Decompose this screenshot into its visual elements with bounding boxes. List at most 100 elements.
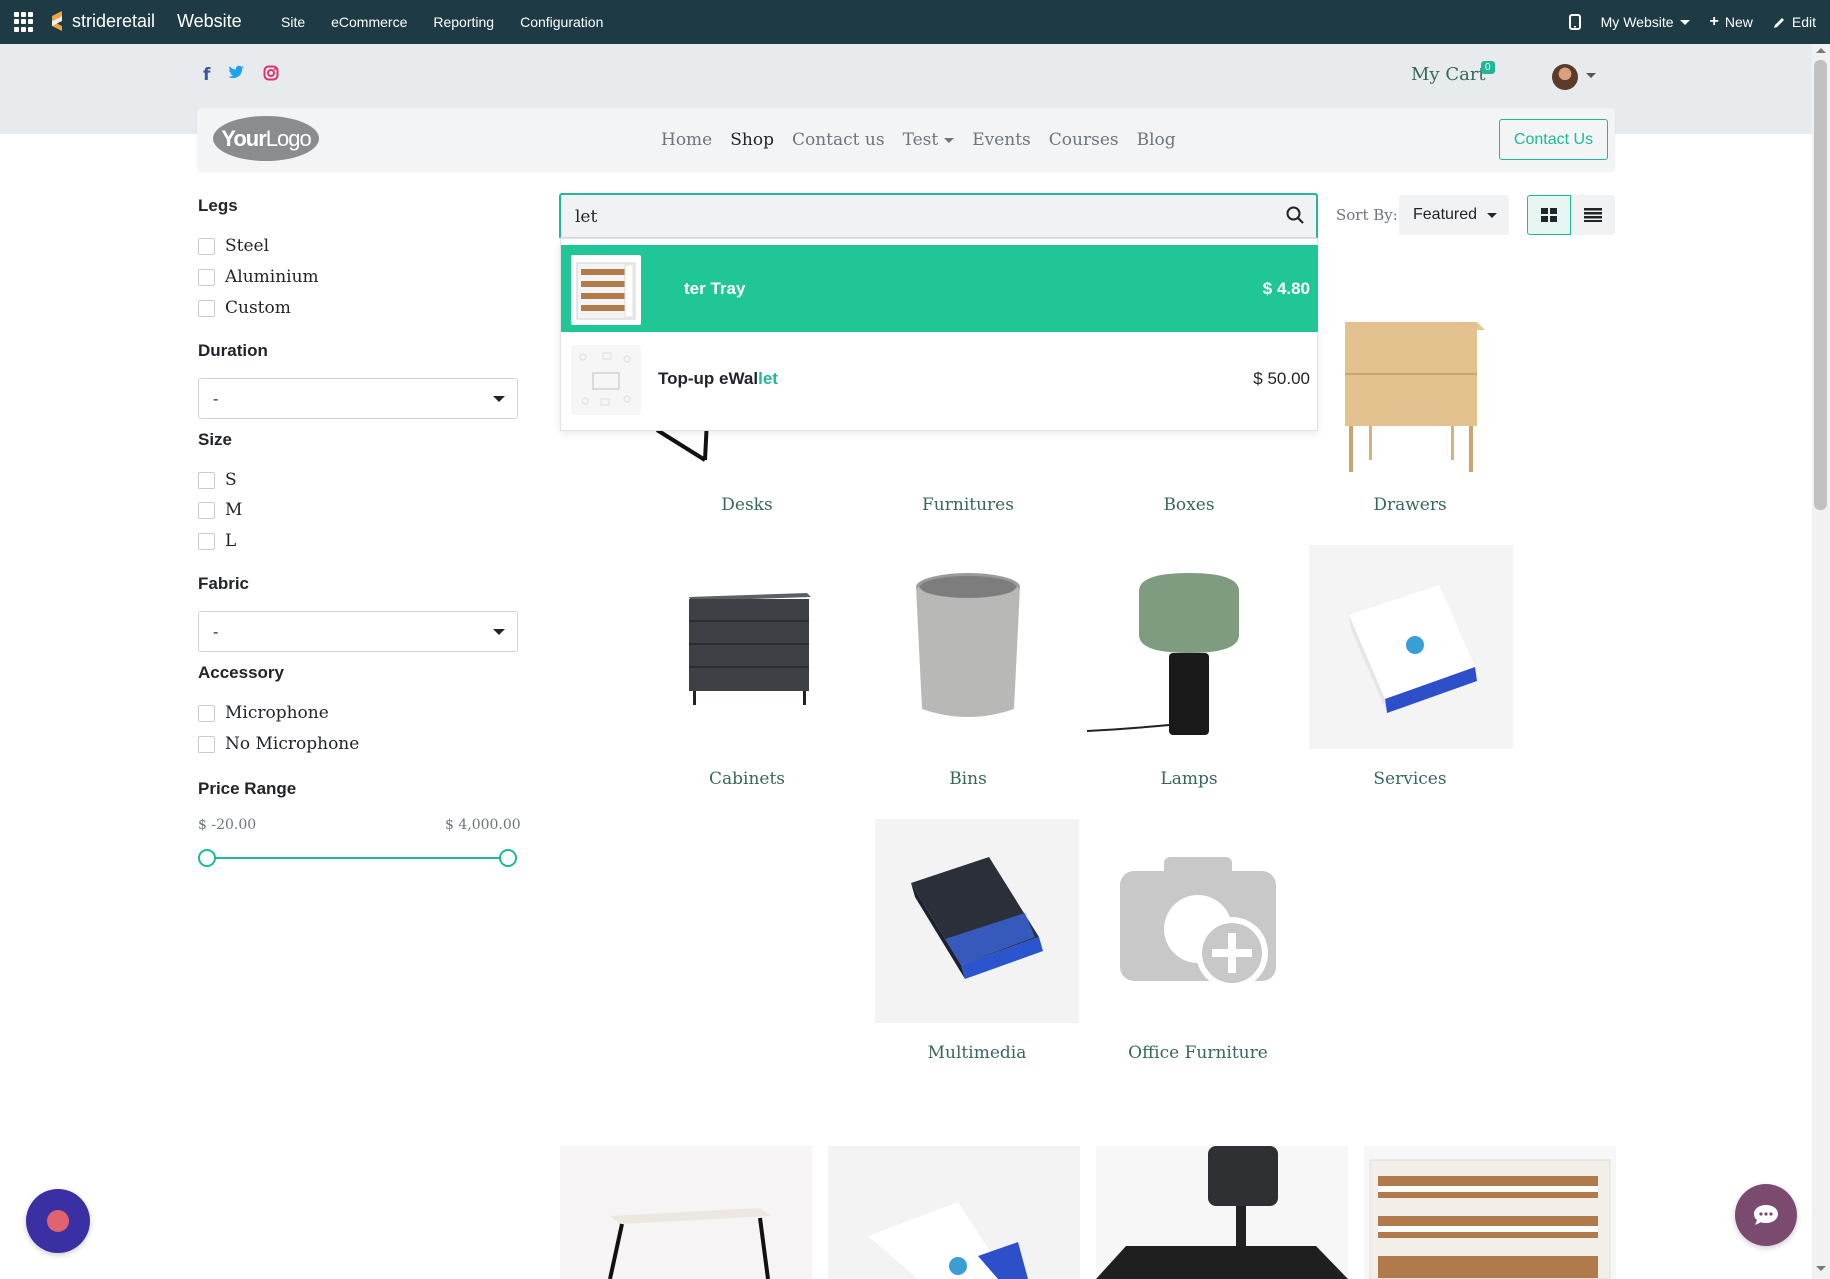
filter-option-no-microphone[interactable]: No Microphone xyxy=(198,734,359,754)
chevron-down-icon xyxy=(1679,19,1690,25)
category-label-services[interactable]: Services xyxy=(1300,769,1520,789)
product-card[interactable] xyxy=(1364,1146,1616,1279)
placeholder-camera-icon xyxy=(1096,819,1300,1023)
category-card-bins[interactable] xyxy=(866,545,1070,749)
chat-button[interactable] xyxy=(1735,1184,1797,1246)
admin-menu-configuration[interactable]: Configuration xyxy=(507,14,616,30)
checkbox[interactable] xyxy=(198,501,215,519)
filter-option-s[interactable]: S xyxy=(198,470,237,490)
category-label-boxes[interactable]: Boxes xyxy=(1079,495,1299,515)
checkbox[interactable] xyxy=(198,532,215,550)
checkbox[interactable] xyxy=(198,735,215,753)
fabric-select[interactable]: - xyxy=(198,611,518,652)
checkbox[interactable] xyxy=(198,471,215,489)
category-label-desks[interactable]: Desks xyxy=(637,495,857,515)
scroll-up-arrow-icon[interactable] xyxy=(1816,48,1826,53)
website-selector-label: My Website xyxy=(1600,14,1674,30)
nav-contact-us[interactable]: Contact us xyxy=(792,130,885,150)
scroll-down-arrow-icon[interactable] xyxy=(1816,1266,1826,1271)
suggestion-item-ewallet[interactable]: Top-up eWallet $ 50.00 xyxy=(561,335,1318,422)
nav-shop[interactable]: Shop xyxy=(730,130,774,150)
filter-option-label: L xyxy=(225,531,237,551)
nav-courses[interactable]: Courses xyxy=(1049,130,1119,150)
category-label-office-furniture[interactable]: Office Furniture xyxy=(1088,1043,1308,1063)
category-label-furnitures[interactable]: Furnitures xyxy=(858,495,1078,515)
list-view-button[interactable] xyxy=(1571,195,1615,235)
product-image xyxy=(608,1208,770,1279)
category-label-drawers[interactable]: Drawers xyxy=(1300,495,1520,515)
filter-option-label: Steel xyxy=(225,236,270,256)
edit-button[interactable]: Edit xyxy=(1773,14,1816,30)
apps-grid-icon[interactable] xyxy=(14,12,34,32)
category-card-cabinets[interactable] xyxy=(645,545,849,749)
brand-logo[interactable]: strideretail xyxy=(46,8,155,34)
price-slider-max-handle[interactable] xyxy=(499,849,517,867)
product-card[interactable] xyxy=(560,1146,812,1279)
nav-events[interactable]: Events xyxy=(972,130,1031,150)
pencil-icon xyxy=(1773,17,1784,28)
mobile-preview-button[interactable] xyxy=(1568,14,1581,30)
search-input[interactable] xyxy=(575,204,1235,230)
category-card-lamps[interactable] xyxy=(1086,545,1291,749)
category-image xyxy=(1309,270,1513,474)
facebook-icon[interactable]: f xyxy=(203,65,210,85)
search-icon[interactable] xyxy=(1286,206,1304,224)
checkbox[interactable] xyxy=(198,704,215,722)
filter-title-accessory: Accessory xyxy=(198,663,285,682)
admin-menu-site[interactable]: Site xyxy=(268,14,318,30)
nav-blog[interactable]: Blog xyxy=(1137,130,1176,150)
new-button[interactable]: + New xyxy=(1710,13,1753,31)
filter-option-aluminium[interactable]: Aluminium xyxy=(198,267,319,287)
checkbox[interactable] xyxy=(198,268,215,286)
suggestion-name: ter Tray xyxy=(684,278,746,298)
website-selector[interactable]: My Website xyxy=(1601,14,1690,30)
category-label-multimedia[interactable]: Multimedia xyxy=(867,1043,1087,1063)
filter-option-m[interactable]: M xyxy=(198,500,242,520)
category-label-bins[interactable]: Bins xyxy=(858,769,1078,789)
site-logo[interactable]: Your Logo xyxy=(213,116,319,161)
duration-select[interactable]: - xyxy=(198,378,518,419)
plus-icon: + xyxy=(1709,13,1719,30)
nav-home[interactable]: Home xyxy=(661,130,712,150)
product-image xyxy=(1369,1159,1611,1279)
checkbox[interactable] xyxy=(198,299,215,317)
category-card-office-furniture[interactable] xyxy=(1096,819,1300,1023)
live-chat-launcher[interactable] xyxy=(26,1189,90,1253)
app-title[interactable]: Website xyxy=(177,11,242,32)
filter-title-fabric: Fabric xyxy=(198,574,250,593)
filter-title-legs: Legs xyxy=(198,196,238,215)
contact-us-button[interactable]: Contact Us xyxy=(1499,119,1608,160)
suggestion-item-letter-tray[interactable]: ter Tray $ 4.80 xyxy=(561,245,1318,332)
checkbox[interactable] xyxy=(198,237,215,255)
sort-by-dropdown[interactable]: Featured xyxy=(1399,195,1509,235)
suggestion-name: Top-up eWallet xyxy=(658,369,778,389)
filter-option-label: Microphone xyxy=(225,703,329,723)
filter-option-microphone[interactable]: Microphone xyxy=(198,703,329,723)
twitter-icon[interactable] xyxy=(228,65,245,80)
category-card-drawers[interactable] xyxy=(1309,270,1513,474)
filter-option-l[interactable]: L xyxy=(198,531,236,551)
price-slider-min-handle[interactable] xyxy=(198,849,216,867)
product-card[interactable] xyxy=(1096,1146,1348,1279)
user-avatar[interactable] xyxy=(1552,64,1578,90)
chevron-down-icon[interactable] xyxy=(1586,73,1596,78)
category-label-cabinets[interactable]: Cabinets xyxy=(637,769,857,789)
grid-view-button[interactable] xyxy=(1527,195,1571,235)
category-label-lamps[interactable]: Lamps xyxy=(1079,769,1299,789)
admin-menu-reporting[interactable]: Reporting xyxy=(420,14,507,30)
logo-text-bold: Your xyxy=(221,125,266,151)
category-card-services[interactable] xyxy=(1309,545,1513,749)
filter-option-label: Aluminium xyxy=(225,267,319,287)
price-slider-track[interactable] xyxy=(207,857,508,859)
nav-test-dropdown[interactable]: Test xyxy=(903,130,955,150)
price-min-label: $ -20.00 xyxy=(198,817,257,833)
scrollbar-thumb[interactable] xyxy=(1814,60,1827,510)
filter-option-custom[interactable]: Custom xyxy=(198,298,291,318)
filter-option-steel[interactable]: Steel xyxy=(198,236,269,256)
category-card-multimedia[interactable] xyxy=(875,819,1079,1023)
product-card[interactable] xyxy=(828,1146,1080,1279)
admin-menu-ecommerce[interactable]: eCommerce xyxy=(318,14,420,30)
brand-name: strideretail xyxy=(72,10,156,31)
my-cart-link[interactable]: My Cart xyxy=(1411,64,1486,85)
instagram-icon[interactable] xyxy=(263,65,279,81)
